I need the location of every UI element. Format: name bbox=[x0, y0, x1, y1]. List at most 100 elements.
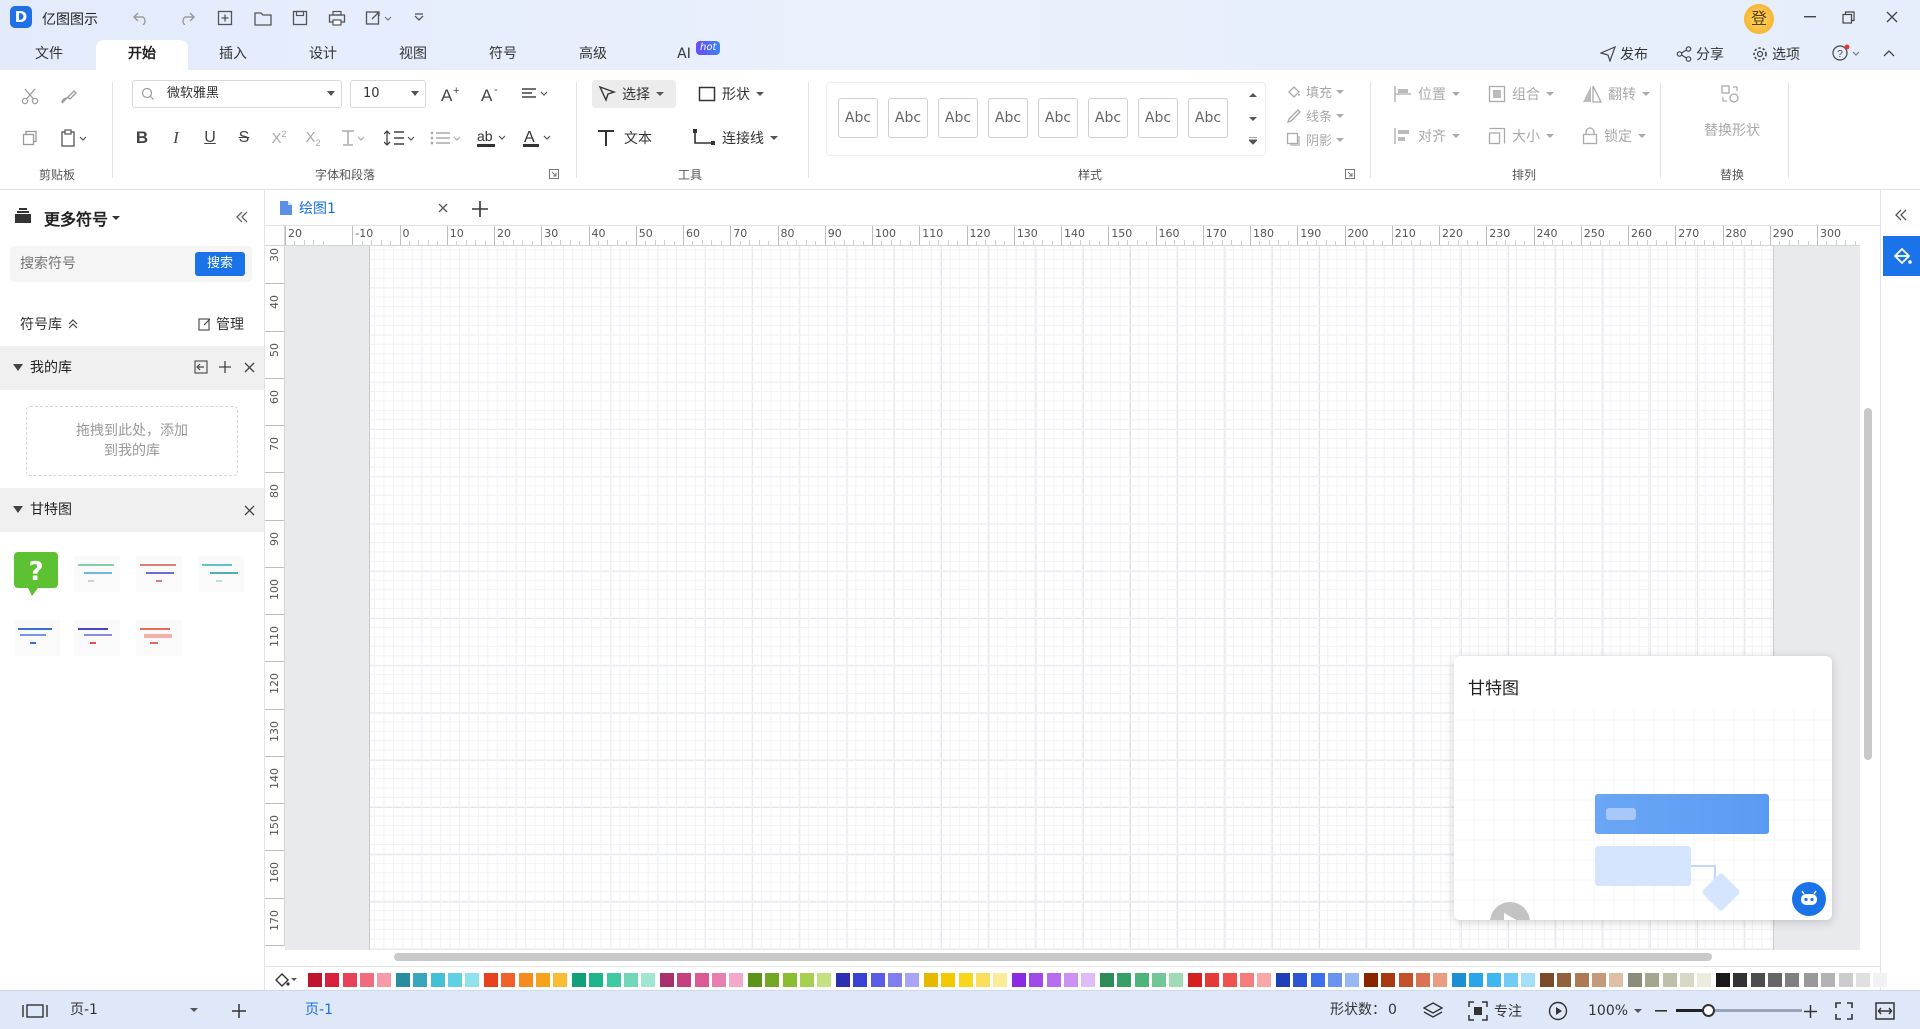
close-window-icon[interactable] bbox=[1878, 6, 1906, 28]
tab-design[interactable]: 设计 bbox=[296, 40, 350, 70]
login-avatar[interactable]: 登 bbox=[1744, 4, 1774, 34]
share-button[interactable]: 分享 bbox=[1676, 44, 1724, 64]
play-presentation-icon[interactable] bbox=[1546, 1000, 1570, 1022]
color-swatch[interactable] bbox=[1486, 973, 1501, 987]
close-icon[interactable] bbox=[240, 358, 258, 376]
page-selector[interactable]: 页-1 bbox=[62, 997, 204, 1023]
color-swatch[interactable] bbox=[447, 973, 462, 987]
tab-advanced[interactable]: 高级 bbox=[566, 40, 620, 70]
color-swatch[interactable] bbox=[1804, 973, 1818, 987]
doc-tab-drawing1[interactable]: 绘图1 bbox=[279, 190, 451, 226]
close-icon[interactable] bbox=[240, 501, 258, 519]
expand-triangle-icon[interactable] bbox=[13, 364, 23, 372]
cut-icon[interactable] bbox=[18, 84, 42, 108]
color-swatch[interactable] bbox=[853, 973, 868, 987]
text-tool-button[interactable]: 文本 bbox=[596, 124, 666, 152]
save-icon[interactable] bbox=[289, 8, 311, 28]
add-icon[interactable] bbox=[216, 358, 234, 376]
color-swatch[interactable] bbox=[1452, 973, 1466, 987]
line-button[interactable]: 线条 bbox=[1286, 106, 1345, 125]
color-swatch[interactable] bbox=[377, 973, 392, 987]
import-icon[interactable] bbox=[192, 358, 210, 376]
color-swatch[interactable] bbox=[677, 973, 692, 987]
color-swatch[interactable] bbox=[1293, 973, 1308, 987]
color-swatch[interactable] bbox=[1398, 973, 1413, 987]
color-swatch[interactable] bbox=[1134, 973, 1149, 987]
symbol-gantt-3[interactable] bbox=[198, 556, 244, 592]
color-swatch[interactable] bbox=[1821, 973, 1836, 987]
color-swatch[interactable] bbox=[1767, 973, 1782, 987]
color-swatch[interactable] bbox=[1381, 973, 1396, 987]
subscript-icon[interactable]: X2 bbox=[300, 126, 326, 150]
color-swatch[interactable] bbox=[958, 973, 973, 987]
color-swatch[interactable] bbox=[484, 973, 498, 987]
highlight-icon[interactable]: ab bbox=[474, 126, 510, 150]
color-swatch[interactable] bbox=[1628, 973, 1642, 987]
style-thumb-7[interactable]: Abc bbox=[1138, 98, 1178, 138]
position-button[interactable]: 位置 bbox=[1394, 84, 1460, 104]
tab-view[interactable]: 视图 bbox=[386, 40, 440, 70]
copy-icon[interactable] bbox=[18, 126, 42, 150]
color-swatch[interactable] bbox=[870, 973, 885, 987]
search-button[interactable]: 搜索 bbox=[195, 252, 245, 276]
color-swatch[interactable] bbox=[799, 973, 814, 987]
color-swatch[interactable] bbox=[1557, 973, 1572, 987]
replace-shape-icon[interactable] bbox=[1716, 82, 1744, 106]
color-swatch[interactable] bbox=[729, 973, 744, 987]
color-swatch[interactable] bbox=[1540, 973, 1554, 987]
symbol-gantt-1[interactable] bbox=[74, 556, 120, 592]
color-swatch[interactable] bbox=[1609, 973, 1624, 987]
connector-tool-button[interactable]: 连接线 bbox=[692, 124, 788, 152]
expand-triangle-icon[interactable] bbox=[13, 506, 23, 514]
color-swatch[interactable] bbox=[1716, 973, 1730, 987]
color-swatch[interactable] bbox=[1679, 973, 1694, 987]
size-button[interactable]: 大小 bbox=[1488, 126, 1554, 146]
color-swatch[interactable] bbox=[1117, 973, 1132, 987]
color-swatch[interactable] bbox=[1081, 973, 1096, 987]
new-tab-icon[interactable] bbox=[469, 198, 491, 220]
color-swatch[interactable] bbox=[1100, 973, 1114, 987]
color-swatch[interactable] bbox=[325, 973, 340, 987]
color-swatch[interactable] bbox=[941, 973, 956, 987]
color-swatch[interactable] bbox=[1239, 973, 1254, 987]
layers-icon[interactable] bbox=[1420, 1000, 1446, 1022]
color-swatch[interactable] bbox=[1873, 973, 1888, 987]
color-swatch[interactable] bbox=[413, 973, 428, 987]
color-swatch[interactable] bbox=[1521, 973, 1536, 987]
color-swatch[interactable] bbox=[694, 973, 709, 987]
color-swatch[interactable] bbox=[887, 973, 902, 987]
lock-button[interactable]: 锁定 bbox=[1582, 126, 1646, 146]
color-swatch[interactable] bbox=[518, 973, 533, 987]
print-icon[interactable] bbox=[326, 8, 348, 28]
color-swatch[interactable] bbox=[1750, 973, 1765, 987]
strikethrough-icon[interactable]: S bbox=[232, 126, 256, 150]
color-swatch[interactable] bbox=[572, 973, 586, 987]
color-swatch[interactable] bbox=[1310, 973, 1325, 987]
symbol-library-toggle[interactable]: 符号库 bbox=[20, 314, 78, 334]
color-swatch[interactable] bbox=[1591, 973, 1606, 987]
color-swatch[interactable] bbox=[711, 973, 726, 987]
color-swatch[interactable] bbox=[1222, 973, 1237, 987]
color-swatch[interactable] bbox=[748, 973, 762, 987]
line-spacing-icon[interactable] bbox=[382, 126, 418, 150]
color-swatch[interactable] bbox=[501, 973, 516, 987]
style-dialog-launcher-icon[interactable] bbox=[1344, 168, 1356, 180]
fill-color-picker-icon[interactable] bbox=[273, 971, 299, 989]
options-button[interactable]: 选项 bbox=[1752, 44, 1800, 64]
color-swatch[interactable] bbox=[359, 973, 374, 987]
symbol-gantt-4[interactable] bbox=[14, 620, 60, 656]
color-swatch[interactable] bbox=[430, 973, 445, 987]
assistant-bot-icon[interactable] bbox=[1792, 882, 1826, 916]
page-view-icon[interactable] bbox=[20, 1001, 50, 1021]
focus-mode-button[interactable]: 专注 bbox=[1468, 991, 1522, 1029]
superscript-icon[interactable]: X2 bbox=[266, 126, 292, 150]
gallery-scroll-down-icon[interactable] bbox=[1246, 112, 1260, 126]
gantt-library-header[interactable]: 甘特图 bbox=[0, 488, 264, 532]
color-swatch[interactable] bbox=[975, 973, 990, 987]
style-thumb-1[interactable]: Abc bbox=[838, 98, 878, 138]
page-tab-1[interactable]: 页-1 bbox=[276, 991, 362, 1029]
horizontal-scrollbar[interactable] bbox=[394, 953, 1712, 961]
color-swatch[interactable] bbox=[342, 973, 357, 987]
color-swatch[interactable] bbox=[1063, 973, 1078, 987]
color-swatch[interactable] bbox=[1188, 973, 1202, 987]
